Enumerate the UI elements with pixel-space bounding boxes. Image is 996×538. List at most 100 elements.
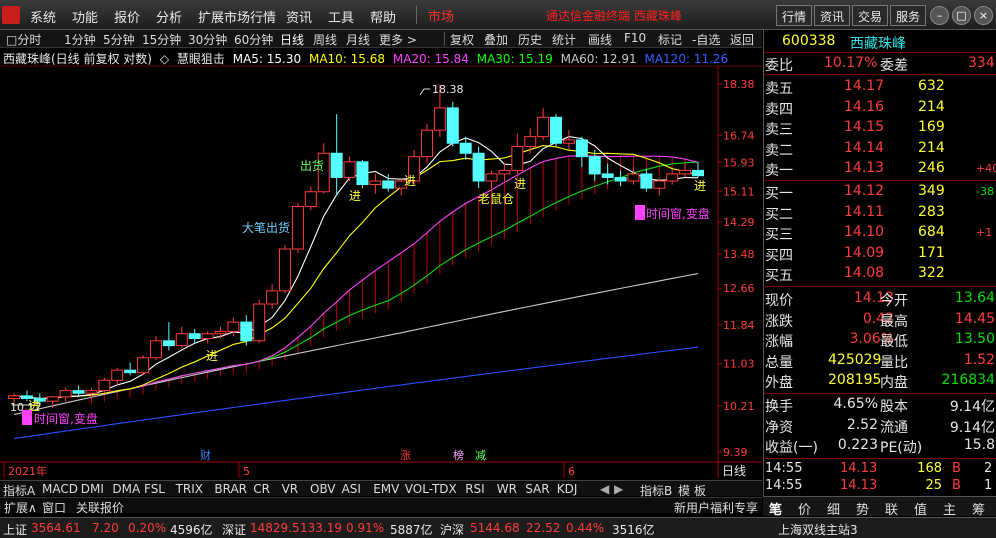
trade-button[interactable]: 交易 (852, 5, 889, 26)
menu-quote[interactable]: 报价 (114, 7, 140, 26)
candle-body[interactable] (266, 290, 279, 305)
quote-tab[interactable]: 联 (885, 499, 898, 518)
candle-body[interactable] (382, 180, 395, 189)
adjust-button[interactable]: 复权 (450, 31, 474, 48)
period-daily[interactable]: 日线 (280, 31, 304, 48)
candle-body[interactable] (601, 173, 614, 178)
maximize-icon[interactable]: □ (952, 6, 971, 25)
candle-body[interactable] (446, 107, 459, 144)
menu-function[interactable]: 功能 (72, 7, 98, 26)
indicator-tab[interactable]: DMI (81, 482, 104, 496)
close-icon[interactable]: × (974, 6, 993, 25)
candle-body[interactable] (472, 152, 485, 182)
candle-body[interactable] (588, 156, 601, 175)
period-minute-chart[interactable]: □分时 (6, 31, 41, 48)
period-60min[interactable]: 60分钟 (234, 31, 273, 48)
indicator-tab[interactable]: RSI (465, 482, 485, 496)
indicator-tab[interactable]: DMA (112, 482, 140, 496)
candle-body[interactable] (111, 369, 124, 381)
candle-body[interactable] (562, 139, 575, 144)
candle-body[interactable] (162, 340, 175, 347)
ask-level-row[interactable]: 卖四 14.16 214 (764, 98, 996, 118)
menu-analysis[interactable]: 分析 (156, 7, 182, 26)
history-button[interactable]: 历史 (518, 31, 542, 48)
menu-tools[interactable]: 工具 (328, 7, 354, 26)
candle-body[interactable] (653, 180, 666, 189)
expand-button[interactable]: 扩展∧ (4, 499, 37, 516)
candle-body[interactable] (240, 321, 253, 342)
bid-level-row[interactable]: 买四 14.09 171 (764, 244, 996, 264)
candle-body[interactable] (511, 146, 524, 171)
tab-scroll-left-icon[interactable]: ◀ (600, 482, 609, 496)
period-15min[interactable]: 15分钟 (142, 31, 181, 48)
indicator-tab[interactable]: FSL (144, 482, 165, 496)
candle-body[interactable] (640, 173, 653, 189)
kline-chart[interactable]: 18.38 16.74 15.93 15.11 14.29 13.48 12.66 11.84… (0, 48, 762, 480)
candle-body[interactable] (188, 333, 201, 339)
indicator-tab[interactable]: ASI (342, 482, 361, 496)
bid-level-row[interactable]: 买三 14.10 684 +1 (764, 223, 996, 243)
draw-line-button[interactable]: 画线 (588, 31, 612, 48)
bid-level-row[interactable]: 买一 14.12 349 -38 (764, 182, 996, 202)
candle-body[interactable] (214, 330, 227, 335)
candle-body[interactable] (692, 169, 704, 177)
quote-tab[interactable]: 笔 (769, 499, 782, 518)
candle-body[interactable] (291, 205, 304, 250)
indicator-tab[interactable]: SAR (525, 482, 549, 496)
indicator-tab[interactable]: CR (253, 482, 270, 496)
ask-level-row[interactable]: 卖二 14.14 214 (764, 139, 996, 159)
candle-body[interactable] (459, 142, 472, 154)
promo-link[interactable]: 新用户福利专享 (674, 499, 758, 516)
ask-level-row[interactable]: 卖五 14.17 632 (764, 77, 996, 97)
candle-body[interactable] (59, 390, 72, 398)
remove-watchlist-button[interactable]: -自选 (692, 31, 720, 48)
bid-level-row[interactable]: 买五 14.08 322 (764, 264, 996, 284)
indicator-tab[interactable]: VR (282, 482, 299, 496)
back-button[interactable]: 返回 (730, 31, 754, 48)
quote-tab[interactable]: 主 (943, 499, 956, 518)
candle-body[interactable] (201, 333, 214, 339)
candle-body[interactable] (369, 180, 382, 186)
candle-body[interactable] (227, 321, 240, 332)
candle-body[interactable] (666, 173, 679, 182)
indicator-toggle-icon[interactable]: ◇ (160, 52, 169, 66)
candle-body[interactable] (46, 396, 59, 402)
quote-tab[interactable]: 细 (827, 499, 840, 518)
service-button[interactable]: 服务 (890, 5, 927, 26)
period-monthly[interactable]: 月线 (346, 31, 370, 48)
candle-body[interactable] (537, 116, 550, 138)
ask-level-row[interactable]: 卖一 14.13 246 +40 (764, 159, 996, 179)
quote-tab[interactable]: 价 (798, 499, 811, 518)
candle-body[interactable] (175, 333, 188, 347)
mark-button[interactable]: 标记 (658, 31, 682, 48)
candle-body[interactable] (356, 161, 369, 186)
menu-help[interactable]: 帮助 (370, 7, 396, 26)
menu-ext-market[interactable]: 扩展市场行情 (198, 7, 276, 26)
window-button[interactable]: 窗口 (42, 499, 66, 516)
candle-body[interactable] (679, 169, 692, 175)
tab-scroll-right-icon[interactable]: ▶ (614, 482, 623, 496)
period-weekly[interactable]: 周线 (313, 31, 337, 48)
quote-tab[interactable]: 值 (914, 499, 927, 518)
bid-level-row[interactable]: 买二 14.11 283 (764, 203, 996, 223)
candle-body[interactable] (524, 136, 537, 148)
indicator-tab[interactable]: BRAR (214, 482, 247, 496)
indicator-tab[interactable]: MACD (42, 482, 78, 496)
period-1min[interactable]: 1分钟 (64, 31, 96, 48)
info-button[interactable]: 资讯 (814, 5, 851, 26)
server-name[interactable]: 上海双线主站3 (778, 521, 858, 538)
menu-system[interactable]: 系统 (30, 7, 56, 26)
candle-body[interactable] (498, 169, 511, 175)
candle-body[interactable] (98, 379, 111, 392)
candle-body[interactable] (304, 191, 317, 207)
candle-body[interactable] (279, 248, 292, 292)
candle-body[interactable] (575, 139, 588, 158)
candle-body[interactable] (72, 390, 85, 394)
market-menu-button[interactable]: 市场 (420, 4, 462, 26)
f10-button[interactable]: F10 (624, 31, 646, 45)
statistics-button[interactable]: 统计 (552, 31, 576, 48)
candle-body[interactable] (485, 173, 498, 182)
period-5min[interactable]: 5分钟 (103, 31, 135, 48)
menu-news[interactable]: 资讯 (286, 7, 312, 26)
candle-body[interactable] (550, 116, 563, 144)
